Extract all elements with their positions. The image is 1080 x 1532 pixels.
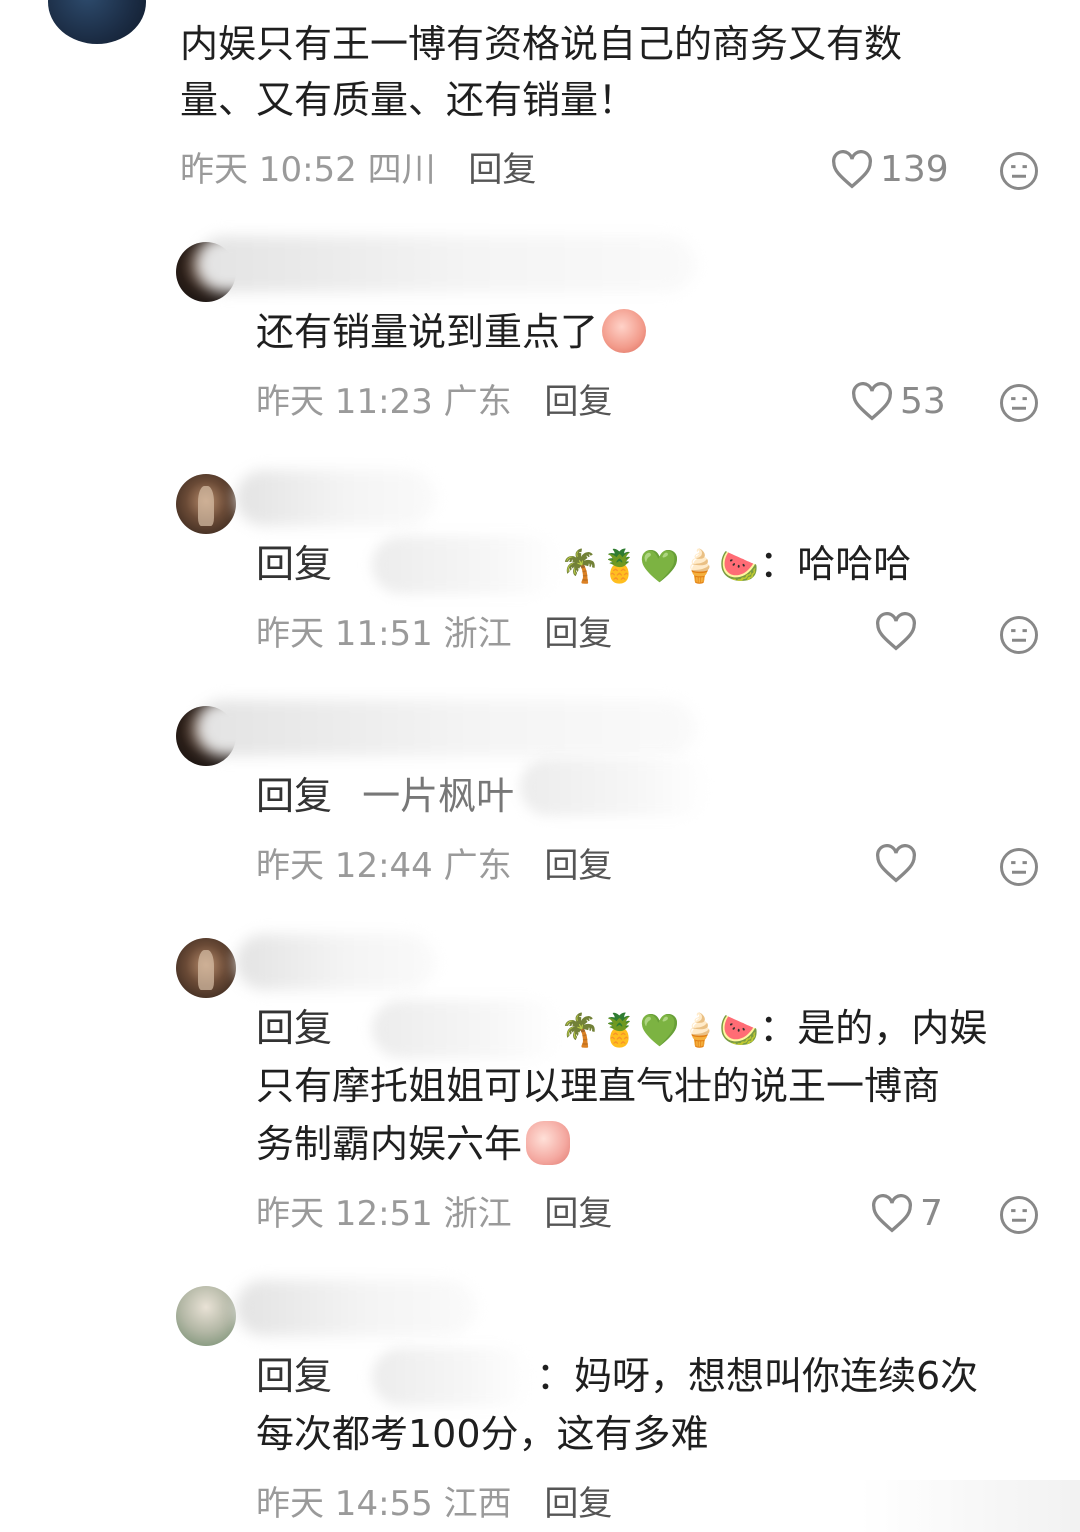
- like-count: 7: [920, 1193, 943, 1234]
- like-count: 139: [880, 149, 949, 190]
- reply-button[interactable]: 回复: [544, 846, 612, 886]
- comment-meta: 昨天 12:51 浙江 回复: [256, 1192, 612, 1236]
- comment-text: 还有销量说到重点了: [256, 304, 647, 360]
- like-button[interactable]: [874, 844, 924, 884]
- avatar[interactable]: [176, 474, 236, 534]
- avatar[interactable]: [176, 1286, 236, 1346]
- meh-face-icon[interactable]: [998, 150, 1040, 192]
- comment-text: 量、又有质量、还有销量！: [180, 78, 637, 122]
- comment-time: 昨天 10:52: [180, 150, 357, 190]
- meh-face-icon[interactable]: [998, 382, 1040, 424]
- avatar[interactable]: [176, 938, 236, 998]
- username-blurred: [236, 1280, 476, 1336]
- comment-time: 昨天 12:44: [256, 846, 433, 886]
- heart-outline-icon: [872, 1194, 912, 1233]
- reply-button[interactable]: 回复: [544, 1484, 612, 1524]
- comment-meta: 昨天 14:55 江西 回复: [256, 1482, 612, 1526]
- username-blurred: [196, 236, 696, 292]
- comment-text: 回复: [256, 1354, 333, 1398]
- meh-face-icon[interactable]: [998, 614, 1040, 656]
- comment-text: 🌴🍍💚🍦🍉：是的，内娱: [560, 1006, 988, 1050]
- like-count: 53: [900, 381, 946, 422]
- like-button[interactable]: 7: [870, 1192, 943, 1236]
- comment-text: 🌴🍍💚🍦🍉：哈哈哈: [560, 542, 912, 586]
- mention-blurred: [520, 758, 710, 816]
- comment-location: 江西: [443, 1484, 512, 1524]
- bottom-fade-overlay: [860, 1480, 1080, 1532]
- comment-text: ：妈呀，想想叫你连续6次: [536, 1354, 979, 1398]
- reply-button[interactable]: 回复: [544, 1194, 612, 1234]
- peach-sticker-icon: [602, 309, 647, 353]
- reply-button[interactable]: 回复: [544, 614, 612, 654]
- like-button[interactable]: 139: [830, 148, 949, 192]
- meh-face-icon[interactable]: [998, 846, 1040, 888]
- heart-outline-icon: [876, 844, 916, 883]
- reply-button[interactable]: 回复: [468, 150, 536, 190]
- comment-time: 昨天 12:51: [256, 1194, 433, 1234]
- comment-meta: 昨天 11:51 浙江 回复: [256, 612, 612, 656]
- heart-outline-icon: [876, 612, 916, 651]
- reply-button[interactable]: 回复: [544, 382, 612, 422]
- like-button[interactable]: [874, 612, 924, 652]
- comment-text: 每次都考100分，这有多难: [256, 1412, 709, 1456]
- comment-time: 昨天 11:23: [256, 382, 433, 422]
- username-blurred: [236, 934, 436, 990]
- comment-meta: 昨天 10:52 四川 回复: [180, 148, 536, 192]
- comment-location: 广东: [443, 382, 512, 422]
- heart-outline-icon: [832, 150, 872, 189]
- comment-text: 回复: [256, 1006, 333, 1050]
- comment-text: 只有摩托姐姐可以理直气壮的说王一博商: [256, 1064, 941, 1108]
- heart-outline-icon: [852, 382, 892, 421]
- comment-location: 浙江: [443, 614, 512, 654]
- comment-text: 回复 一片枫叶: [256, 774, 515, 818]
- comment-location: 广东: [443, 846, 512, 886]
- comment-text: 回复: [256, 542, 333, 586]
- like-button[interactable]: 53: [850, 380, 946, 424]
- meh-face-icon[interactable]: [998, 1194, 1040, 1236]
- comment-location: 四川: [367, 150, 436, 190]
- mention-blurred: [372, 1000, 562, 1058]
- comment-location: 浙江: [443, 1194, 512, 1234]
- thumbs-up-sticker-icon: [526, 1121, 571, 1165]
- comment-meta: 昨天 12:44 广东 回复: [256, 844, 612, 888]
- mention-blurred: [372, 1348, 532, 1406]
- avatar[interactable]: [48, 0, 146, 44]
- comment-meta: 昨天 11:23 广东 回复: [256, 380, 612, 424]
- username-blurred: [236, 470, 436, 526]
- mention-blurred: [372, 536, 562, 594]
- comment-time: 昨天 14:55: [256, 1484, 433, 1524]
- comment-text: 内娱只有王一博有资格说自己的商务又有数: [180, 22, 903, 66]
- username-blurred: [196, 700, 696, 756]
- comment-time: 昨天 11:51: [256, 614, 433, 654]
- comment-text: 务制霸内娱六年: [256, 1116, 571, 1172]
